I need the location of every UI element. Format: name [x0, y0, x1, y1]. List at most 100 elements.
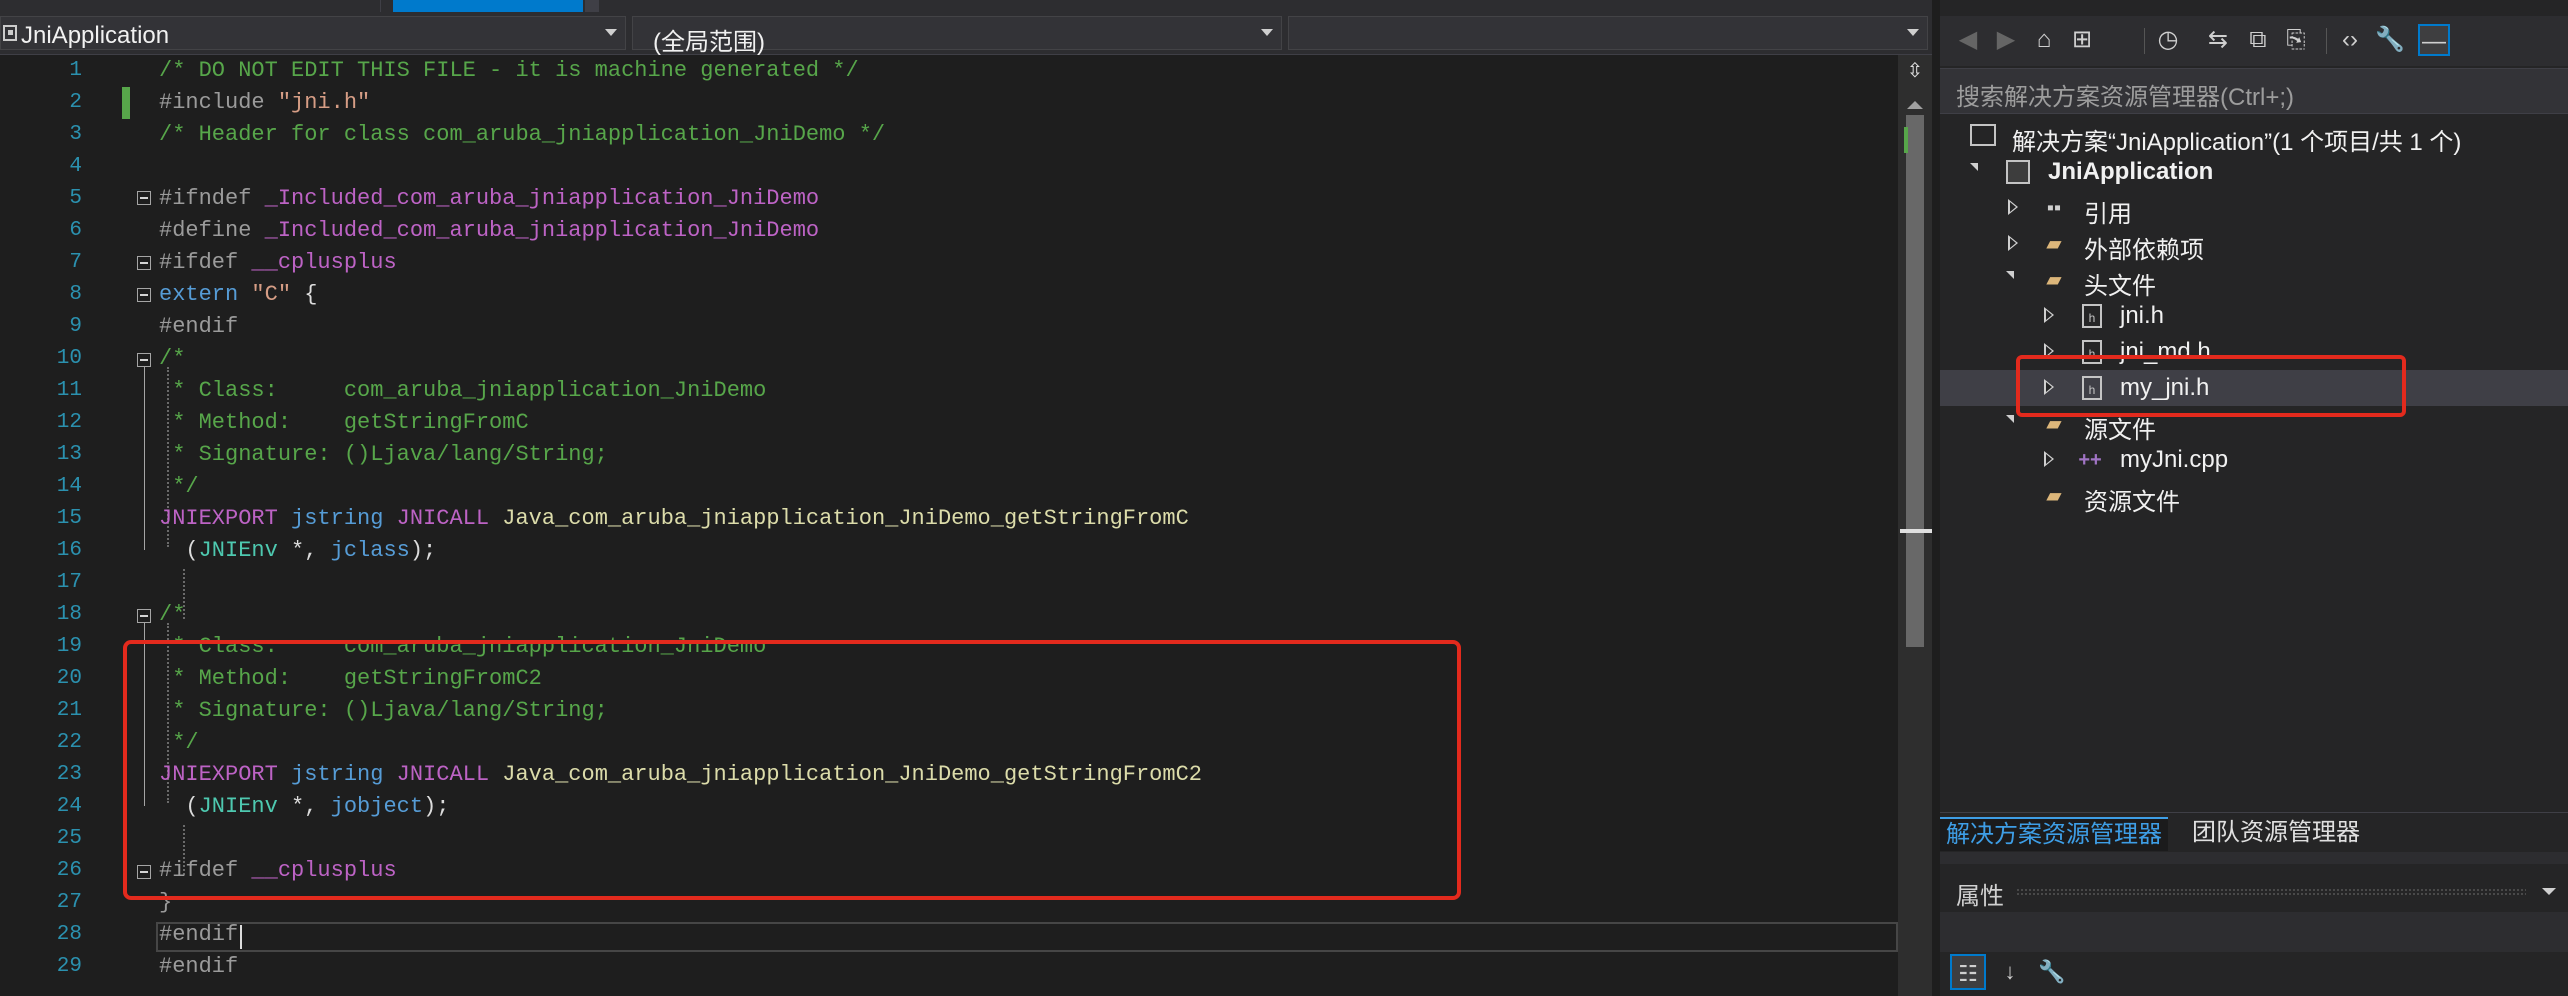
- collapsed-arrow-icon[interactable]: [2008, 235, 2018, 251]
- line-number: 4: [69, 155, 82, 178]
- line-number: 12: [56, 411, 82, 434]
- categorized-icon[interactable]: ☷: [1950, 954, 1986, 990]
- solution-icon: [1970, 124, 1996, 146]
- document-tab[interactable]: [0, 0, 381, 12]
- toolbar-separator: [2326, 28, 2327, 54]
- highlight-annotation-box: [123, 640, 1461, 900]
- fold-toggle-icon[interactable]: [137, 256, 151, 270]
- tree-item-file[interactable]: h jni.h: [1940, 298, 2568, 334]
- pending-changes-filter-icon[interactable]: ◷: [2152, 24, 2184, 56]
- line-number: 18: [56, 603, 82, 626]
- tab-solution-explorer[interactable]: 解决方案资源管理器: [1940, 817, 2168, 851]
- chevron-down-icon: [1261, 29, 1273, 36]
- document-tab-active[interactable]: [393, 0, 583, 12]
- chevron-down-icon[interactable]: [2542, 888, 2556, 895]
- solution-search-input[interactable]: 搜索解决方案资源管理器(Ctrl+;): [1940, 68, 2568, 114]
- document-tab[interactable]: [585, 0, 599, 12]
- collapsed-arrow-icon[interactable]: [2044, 451, 2054, 467]
- toolbar-separator: [2144, 28, 2145, 54]
- panel-tab-strip: 解决方案资源管理器 团队资源管理器: [1940, 812, 2568, 853]
- chevron-down-icon: [1907, 29, 1919, 36]
- scope-dropdown-label: (全局范围): [653, 29, 765, 56]
- solution-explorer-toolbar: ◀ ▶ ⌂ ⊞ ◷ ⇆ ⧉ ⎘ ‹› 🔧 —: [1940, 16, 2568, 66]
- tree-item-project[interactable]: JniApplication: [1940, 154, 2568, 190]
- tree-item-resource-files[interactable]: ▰ 资源文件: [1940, 478, 2568, 516]
- fold-toggle-icon[interactable]: [137, 288, 151, 302]
- project-dropdown[interactable]: JniApplication: [0, 16, 626, 50]
- line-number: 2: [69, 91, 82, 114]
- scope-dropdown[interactable]: (全局范围): [632, 16, 1282, 56]
- code-line: */: [159, 474, 199, 499]
- line-number: 5: [69, 187, 82, 210]
- tree-item-label: myJni.cpp: [2120, 446, 2229, 473]
- code-editor[interactable]: 1 2 3 4 5 6 7 8 9 10 11 12 13 14 15 16 17 18 19 20 21 22 23 24 2…: [0, 55, 1932, 996]
- folder-icon: ▰: [2046, 485, 2062, 507]
- collapsed-arrow-icon[interactable]: [2008, 199, 2018, 215]
- tab-team-explorer[interactable]: 团队资源管理器: [2186, 817, 2366, 849]
- fold-toggle-icon[interactable]: [137, 353, 151, 367]
- project-dropdown-label: JniApplication: [21, 22, 170, 49]
- tree-item-external-dependencies[interactable]: ▰ 外部依赖项: [1940, 226, 2568, 264]
- folder-icon: ▰: [2046, 269, 2062, 291]
- fold-toggle-icon[interactable]: [137, 609, 151, 623]
- member-dropdown[interactable]: [1288, 16, 1928, 50]
- tree-item-label: 资源文件: [2084, 489, 2180, 516]
- line-number: 19: [56, 635, 82, 658]
- line-number: 3: [69, 123, 82, 146]
- preview-selected-items-icon[interactable]: —: [2418, 24, 2450, 56]
- fold-range-line: [144, 366, 145, 550]
- scroll-up-arrow-icon[interactable]: [1907, 101, 1923, 109]
- tree-item-file[interactable]: ++ myJni.cpp: [1940, 442, 2568, 478]
- code-line: /*: [159, 602, 186, 627]
- properties-wrench-icon[interactable]: 🔧: [2374, 24, 2406, 56]
- references-icon: ▪▪: [2046, 197, 2062, 219]
- editor-gutter: 1 2 3 4 5 6 7 8 9 10 11 12 13 14 15 16 17 18 19 20 21 22 23 24 2…: [0, 55, 100, 996]
- code-line: /* DO NOT EDIT THIS FILE - it is machine…: [159, 58, 859, 83]
- line-number: 29: [56, 955, 82, 978]
- scrollbar-thumb[interactable]: [1906, 115, 1924, 647]
- collapse-all-icon[interactable]: ⧉: [2242, 24, 2274, 56]
- code-line: extern "C" {: [159, 282, 318, 307]
- vertical-scrollbar[interactable]: ⇳: [1898, 55, 1932, 996]
- highlight-annotation-box: [2016, 355, 2406, 417]
- line-number: 20: [56, 667, 82, 690]
- fold-toggle-icon[interactable]: [137, 191, 151, 205]
- code-line: JNIEXPORT jstring JNICALL Java_com_aruba…: [159, 506, 1189, 531]
- line-number: 27: [56, 891, 82, 914]
- expanded-arrow-icon[interactable]: [2006, 415, 2014, 423]
- panel-grip[interactable]: [2016, 888, 2526, 896]
- line-number: 25: [56, 827, 82, 850]
- code-line: /*: [159, 346, 186, 371]
- line-number: 16: [56, 539, 82, 562]
- switch-views-icon[interactable]: ⊞: [2066, 24, 2098, 56]
- chevron-down-icon: [605, 29, 617, 36]
- change-marker: [122, 87, 130, 119]
- line-number: 9: [69, 315, 82, 338]
- line-number: 24: [56, 795, 82, 818]
- tree-item-label: 引用: [2084, 201, 2132, 228]
- back-icon[interactable]: ◀: [1952, 24, 1984, 56]
- tree-item-solution[interactable]: 解决方案“JniApplication”(1 个项目/共 1 个): [1940, 118, 2568, 156]
- line-number: 23: [56, 763, 82, 786]
- property-pages-wrench-icon[interactable]: 🔧: [2034, 954, 2070, 990]
- view-code-icon[interactable]: ‹›: [2334, 24, 2366, 56]
- code-line: (JNIEnv *, jclass);: [159, 538, 437, 563]
- expanded-arrow-icon[interactable]: [2006, 271, 2014, 279]
- show-all-files-icon[interactable]: ⎘: [2280, 24, 2312, 56]
- sync-active-document-icon[interactable]: ⇆: [2202, 24, 2234, 56]
- tree-item-label: 头文件: [2084, 273, 2156, 300]
- collapsed-arrow-icon[interactable]: [2044, 307, 2054, 323]
- tree-item-references[interactable]: ▪▪ 引用: [1940, 190, 2568, 228]
- alphabetical-sort-icon[interactable]: ↓: [1992, 954, 2028, 990]
- split-window-icon[interactable]: ⇳: [1903, 59, 1927, 83]
- expanded-arrow-icon[interactable]: [1970, 163, 1978, 171]
- home-icon[interactable]: ⌂: [2028, 24, 2060, 56]
- forward-icon[interactable]: ▶: [1990, 24, 2022, 56]
- line-number: 11: [56, 379, 82, 402]
- code-line: * Class: com_aruba_jniapplication_JniDem…: [159, 378, 767, 403]
- tree-item-header-files[interactable]: ▰ 头文件: [1940, 262, 2568, 300]
- code-line: * Method: getStringFromC: [159, 410, 529, 435]
- properties-object-selector[interactable]: [1940, 912, 2568, 952]
- tree-item-label: JniApplication: [2048, 158, 2214, 185]
- scrollbar-change-marker: [1904, 127, 1908, 153]
